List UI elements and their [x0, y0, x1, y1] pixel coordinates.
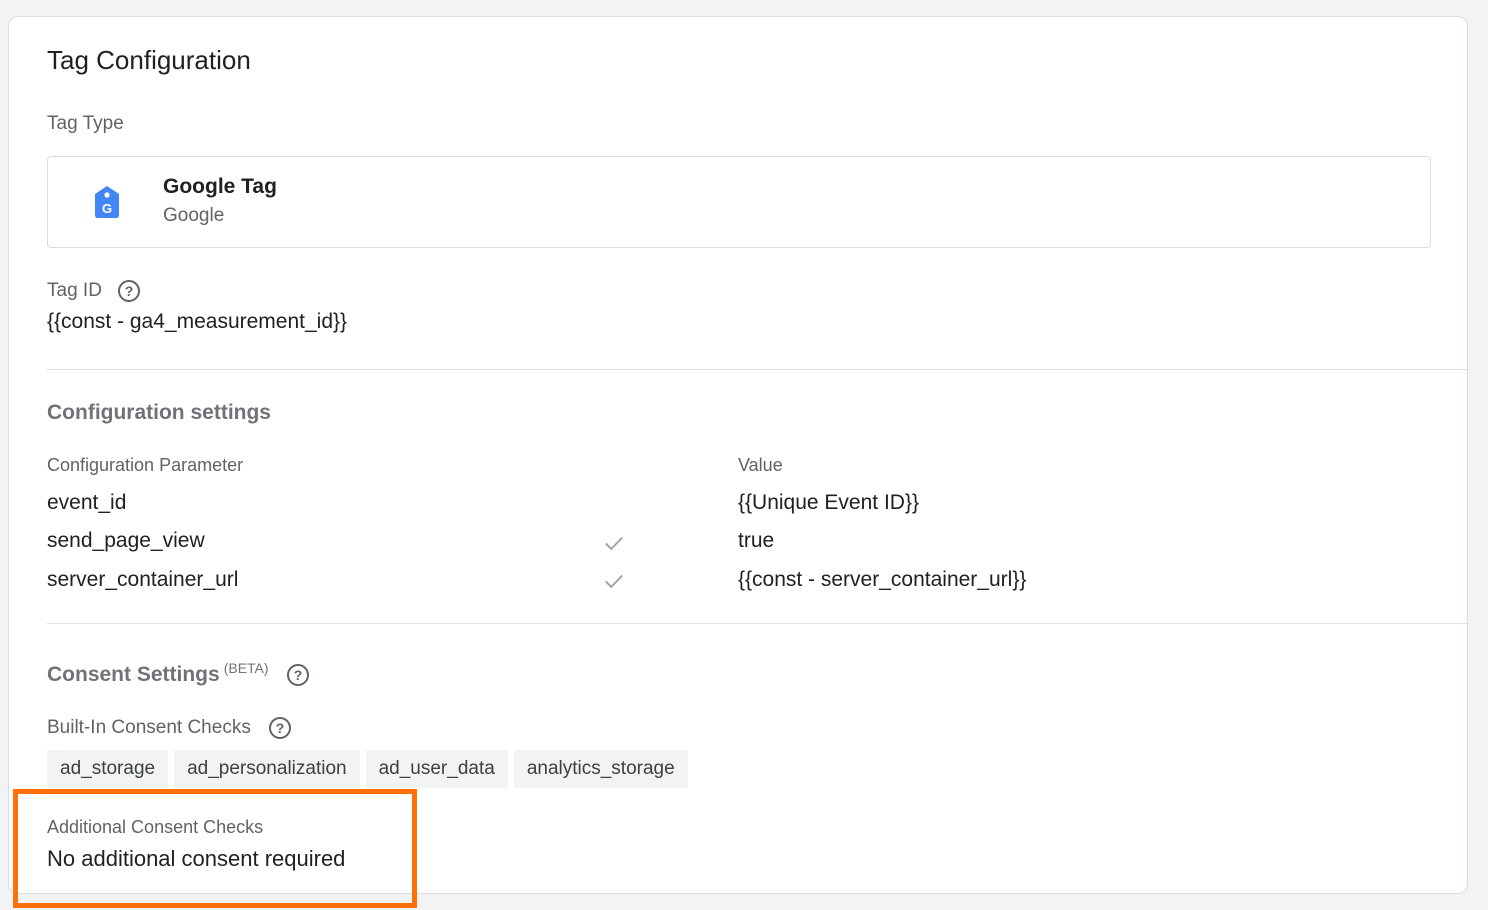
checkmark-icon [605, 536, 623, 551]
google-tag-icon: G [95, 186, 119, 218]
column-header-value: Value [738, 455, 783, 475]
consent-chips: ad_storage ad_personalization ad_user_da… [47, 750, 688, 788]
tag-configuration-card: Tag Configuration Tag Type G Google Tag … [8, 16, 1469, 894]
tag-id-label-row: Tag ID ? [47, 279, 141, 303]
consent-chip: ad_user_data [365, 750, 508, 788]
help-icon[interactable]: ? [117, 279, 141, 303]
svg-text:?: ? [276, 720, 285, 736]
page-title: Tag Configuration [47, 45, 251, 75]
checkmark-icon [605, 574, 623, 589]
tag-type-vendor: Google [163, 205, 225, 226]
divider [47, 369, 1469, 370]
help-icon[interactable]: ? [286, 663, 310, 687]
tag-type-label: Tag Type [47, 113, 124, 134]
column-header-parameter: Configuration Parameter [47, 455, 244, 475]
consent-settings-title: Consent Settings [47, 663, 220, 686]
built-in-consent-label-row: Built-In Consent Checks ? [47, 716, 292, 740]
config-param-server-container-url: server_container_url [47, 568, 239, 591]
config-param-event-id: event_id [47, 491, 127, 514]
consent-chip: ad_storage [47, 750, 169, 788]
help-icon[interactable]: ? [268, 716, 292, 740]
config-value-server-container-url: {{const - server_container_url}} [738, 568, 1027, 591]
beta-badge: (BETA) [223, 660, 269, 676]
consent-chip: ad_personalization [174, 750, 360, 788]
built-in-consent-label: Built-In Consent Checks [47, 717, 251, 739]
tag-type-box[interactable]: G Google Tag Google [47, 156, 1431, 248]
config-value-send-page-view: true [738, 529, 775, 552]
highlight-box [13, 789, 417, 908]
tag-id-value: {{const - ga4_measurement_id}} [47, 310, 348, 333]
configuration-settings-title: Configuration settings [47, 401, 271, 424]
divider [47, 623, 1469, 624]
consent-settings-title-row: Consent Settings (BETA) ? [47, 660, 310, 687]
config-param-send-page-view: send_page_view [47, 529, 205, 552]
svg-text:?: ? [294, 667, 303, 683]
tag-id-label: Tag ID [47, 280, 102, 302]
tag-type-name: Google Tag [163, 175, 277, 198]
svg-text:G: G [102, 201, 112, 216]
config-value-event-id: {{Unique Event ID}} [738, 491, 919, 514]
consent-chip: analytics_storage [513, 750, 688, 788]
svg-text:?: ? [125, 283, 134, 299]
